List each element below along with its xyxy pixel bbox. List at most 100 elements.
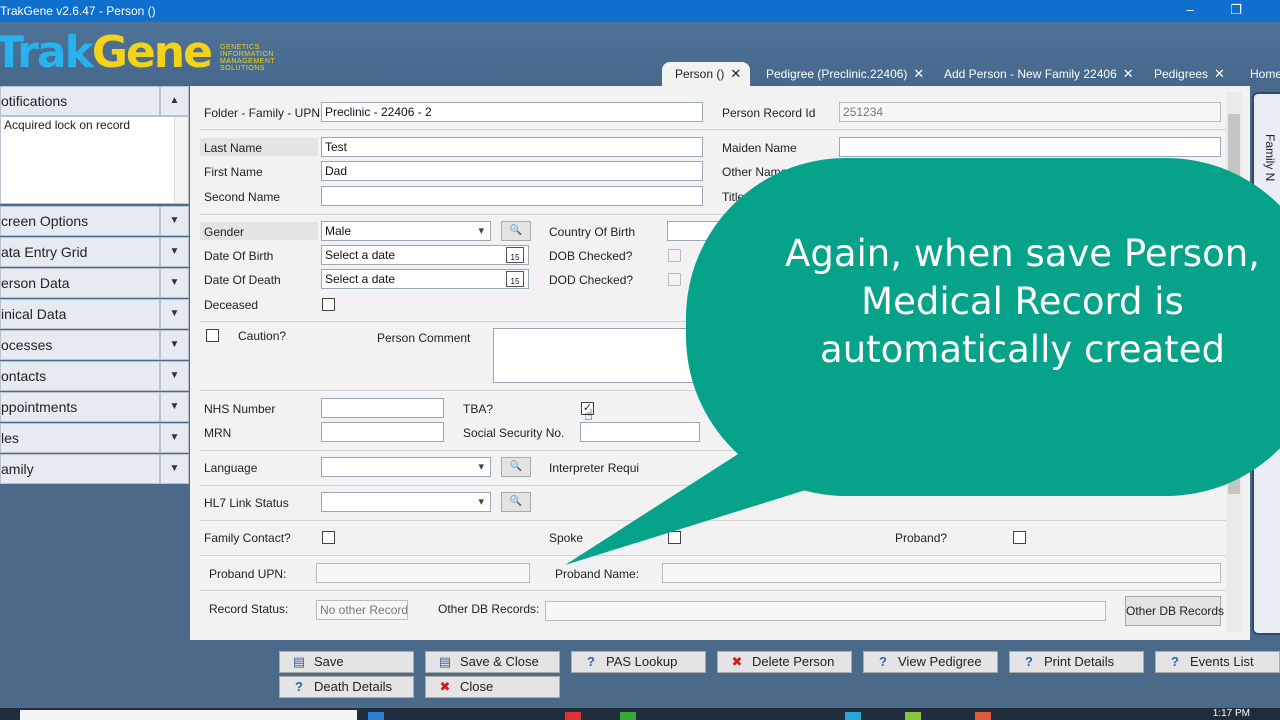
- proband-upn-label: Proband UPN:: [209, 567, 287, 581]
- view-pedigree-button[interactable]: ? View Pedigree: [863, 651, 998, 673]
- trakgene-logo: TrakGene: [0, 27, 213, 78]
- sidebar-item-person-data[interactable]: erson Data: [0, 268, 160, 298]
- mrn-field[interactable]: [321, 422, 444, 442]
- chevron-up-icon[interactable]: ▲: [160, 86, 189, 116]
- delete-person-button[interactable]: ✖ Delete Person: [717, 651, 852, 673]
- tba-label: TBA?: [463, 402, 494, 416]
- sidebar-item-family[interactable]: amily: [0, 454, 160, 484]
- close-tab-icon[interactable]: ✕: [1123, 62, 1134, 86]
- chevron-down-icon[interactable]: ▼: [160, 423, 189, 453]
- person-comment-field[interactable]: [493, 328, 703, 383]
- taskbar-app-icon[interactable]: [845, 712, 861, 720]
- sidebar-item-processes[interactable]: ocesses: [0, 330, 160, 360]
- caution-checkbox[interactable]: [206, 329, 219, 342]
- gender-select[interactable]: Male: [321, 221, 491, 241]
- sidebar-item-clinical-data[interactable]: inical Data: [0, 299, 160, 329]
- sidebar-item-appointments[interactable]: ppointments: [0, 392, 160, 422]
- person-comment-label: Person Comment: [377, 331, 471, 345]
- events-list-button[interactable]: ? Events List: [1155, 651, 1280, 673]
- help-icon: ?: [1025, 654, 1033, 669]
- chevron-down-icon[interactable]: ▼: [160, 268, 189, 298]
- maiden-name-label: Maiden Name: [722, 141, 797, 155]
- save-close-button[interactable]: ▤ Save & Close: [425, 651, 560, 673]
- chevron-down-icon[interactable]: ▼: [160, 454, 189, 484]
- sidebar-item-contacts[interactable]: ontacts: [0, 361, 160, 391]
- calendar-icon[interactable]: 15: [506, 247, 524, 263]
- dob-label: Date Of Birth: [204, 249, 274, 263]
- chevron-down-icon[interactable]: ▼: [160, 299, 189, 329]
- sidebar-item-screen-options[interactable]: creen Options: [0, 206, 160, 236]
- family-contact-label: Family Contact?: [204, 531, 291, 545]
- death-details-button[interactable]: ? Death Details: [279, 676, 414, 698]
- tab-pedigrees[interactable]: Pedigrees ✕: [1154, 62, 1225, 86]
- chevron-down-icon[interactable]: ▼: [160, 361, 189, 391]
- spokesperson-checkbox[interactable]: [668, 531, 681, 544]
- person-record-id-field: 251234: [839, 102, 1221, 122]
- search-icon[interactable]: 🔍: [501, 457, 531, 477]
- taskbar-app-icon[interactable]: [905, 712, 921, 720]
- save-button[interactable]: ▤ Save: [279, 651, 414, 673]
- ssn-field[interactable]: [580, 422, 700, 442]
- taskbar-app-icon[interactable]: [975, 712, 991, 720]
- chevron-down-icon[interactable]: ▼: [160, 392, 189, 422]
- record-status-field: No other Record: [316, 600, 408, 620]
- tab-person[interactable]: Person () ✕: [662, 62, 750, 86]
- close-button[interactable]: ✖ Close: [425, 676, 560, 698]
- search-icon[interactable]: 🔍: [501, 492, 531, 512]
- taskbar-app-icon[interactable]: [620, 712, 636, 720]
- proband-label: Proband?: [895, 531, 948, 545]
- minimize-button[interactable]: –: [1170, 0, 1210, 22]
- tab-add-person[interactable]: Add Person - New Family 22406 ✕: [944, 62, 1134, 86]
- sidebar-item-data-entry-grid[interactable]: ata Entry Grid: [0, 237, 160, 267]
- calendar-icon[interactable]: 15: [506, 271, 524, 287]
- divider: [200, 520, 1226, 521]
- nhs-number-label: NHS Number: [204, 402, 276, 416]
- taskbar-app-icon[interactable]: [368, 712, 384, 720]
- help-icon: ?: [1171, 654, 1179, 669]
- sidebar-item-files[interactable]: les: [0, 423, 160, 453]
- second-name-field[interactable]: [321, 186, 703, 206]
- taskbar-search[interactable]: [20, 710, 357, 720]
- notifications-scrollbar[interactable]: [174, 117, 188, 203]
- chevron-down-icon[interactable]: ▼: [160, 206, 189, 236]
- dod-label: Date Of Death: [204, 273, 281, 287]
- taskbar-app-icon[interactable]: [565, 712, 581, 720]
- close-tab-icon[interactable]: ✕: [1214, 62, 1225, 86]
- close-tab-icon[interactable]: ✕: [913, 62, 924, 86]
- last-name-label: Last Name: [204, 141, 263, 155]
- first-name-field[interactable]: Dad: [321, 161, 703, 181]
- divider: [200, 129, 1226, 130]
- tab-home[interactable]: Home: [1250, 62, 1280, 86]
- divider: [200, 590, 1226, 591]
- record-status-label: Record Status:: [209, 602, 289, 616]
- sidebar-notifications[interactable]: otifications: [0, 86, 160, 116]
- language-select[interactable]: [321, 457, 491, 477]
- nhs-number-field[interactable]: [321, 398, 444, 418]
- search-icon[interactable]: 🔍: [501, 221, 531, 241]
- other-db-records-field: [545, 601, 1106, 621]
- deceased-label: Deceased: [204, 298, 259, 312]
- dob-date-picker[interactable]: Select a date 15: [321, 245, 529, 265]
- dod-date-picker[interactable]: Select a date 15: [321, 269, 529, 289]
- print-details-button[interactable]: ? Print Details: [1009, 651, 1144, 673]
- notification-text: Acquired lock on record: [4, 118, 131, 132]
- help-icon: ?: [295, 679, 303, 694]
- maiden-name-field[interactable]: [839, 137, 1221, 157]
- hl7-link-status-select[interactable]: [321, 492, 491, 512]
- family-contact-checkbox[interactable]: [322, 531, 335, 544]
- chevron-down-icon[interactable]: ▼: [160, 237, 189, 267]
- pas-lookup-button[interactable]: ? PAS Lookup: [571, 651, 706, 673]
- person-record-id-label: Person Record Id: [722, 106, 816, 120]
- second-name-label: Second Name: [204, 190, 281, 204]
- sidebar: otifications ▲ Acquired lock on record c…: [0, 86, 190, 708]
- restore-button[interactable]: ❐: [1216, 0, 1256, 22]
- chevron-down-icon[interactable]: ▼: [160, 330, 189, 360]
- other-db-records-button[interactable]: Other DB Records: [1125, 596, 1224, 626]
- deceased-checkbox[interactable]: [322, 298, 335, 311]
- hl7-link-status-label: HL7 Link Status: [204, 496, 289, 510]
- proband-checkbox[interactable]: [1013, 531, 1026, 544]
- close-tab-icon[interactable]: ✕: [730, 62, 741, 86]
- last-name-field[interactable]: Test: [321, 137, 703, 157]
- tab-pedigree-preclinic[interactable]: Pedigree (Preclinic.22406) ✕: [766, 62, 924, 86]
- folder-field[interactable]: Preclinic - 22406 - 2: [321, 102, 703, 122]
